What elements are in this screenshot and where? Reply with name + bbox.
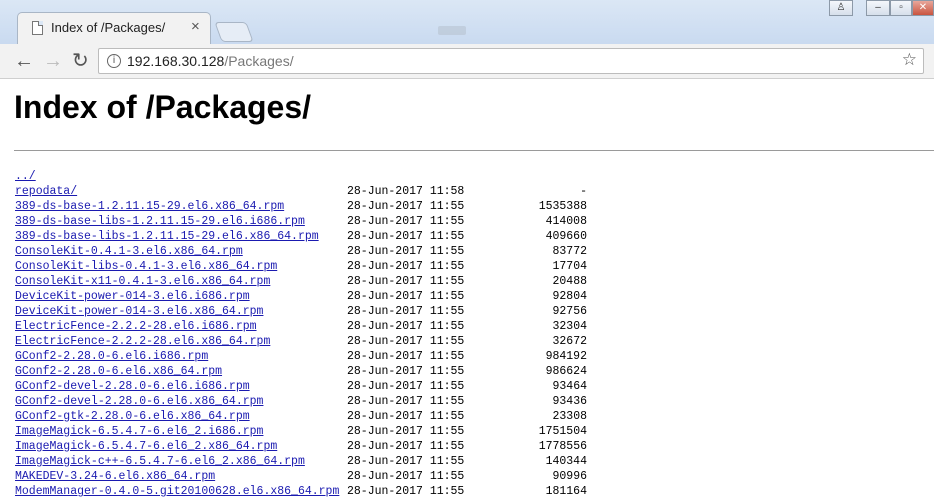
file-date: 28-Jun-2017 11:55	[347, 200, 465, 213]
divider	[14, 150, 934, 151]
user-icon[interactable]: ♙	[829, 0, 853, 16]
file-date: 28-Jun-2017 11:55	[347, 275, 465, 288]
file-size: 92756	[552, 305, 587, 318]
file-link[interactable]: GConf2-devel-2.28.0-6.el6.i686.rpm	[15, 379, 250, 394]
file-size: 93436	[552, 395, 587, 408]
file-size: 1778556	[538, 440, 587, 453]
restore-button[interactable]: ▫	[890, 0, 912, 16]
file-link[interactable]: GConf2-gtk-2.28.0-6.el6.x86_64.rpm	[15, 409, 250, 424]
file-size: 986624	[545, 365, 587, 378]
title-bar: Index of /Packages/ × ♙ – ▫ ✕	[0, 0, 934, 44]
blurred-region	[438, 26, 466, 35]
file-date: 28-Jun-2017 11:55	[347, 365, 465, 378]
url-text[interactable]: 192.168.30.128/Packages/	[127, 53, 294, 69]
file-link[interactable]: ElectricFence-2.2.2-28.el6.x86_64.rpm	[15, 334, 270, 349]
minimize-button[interactable]: –	[866, 0, 890, 16]
file-size: 32304	[552, 320, 587, 333]
file-size: 93464	[552, 380, 587, 393]
file-link[interactable]: DeviceKit-power-014-3.el6.i686.rpm	[15, 289, 250, 304]
file-date: 28-Jun-2017 11:55	[347, 425, 465, 438]
file-size: 1535388	[538, 200, 587, 213]
file-date: 28-Jun-2017 11:55	[347, 470, 465, 483]
document-icon	[32, 21, 43, 35]
file-date: 28-Jun-2017 11:55	[347, 215, 465, 228]
url-path: /Packages/	[224, 53, 294, 69]
file-size: 92804	[552, 290, 587, 303]
file-link[interactable]: DeviceKit-power-014-3.el6.x86_64.rpm	[15, 304, 263, 319]
file-link[interactable]: ConsoleKit-x11-0.4.1-3.el6.x86_64.rpm	[15, 274, 270, 289]
file-date: 28-Jun-2017 11:55	[347, 320, 465, 333]
file-date: 28-Jun-2017 11:55	[347, 335, 465, 348]
file-link[interactable]: ConsoleKit-libs-0.4.1-3.el6.x86_64.rpm	[15, 259, 277, 274]
file-link[interactable]: 389-ds-base-libs-1.2.11.15-29.el6.i686.r…	[15, 214, 305, 229]
new-tab-button[interactable]	[214, 22, 254, 42]
file-link[interactable]: 389-ds-base-libs-1.2.11.15-29.el6.x86_64…	[15, 229, 319, 244]
tab-close-icon[interactable]: ×	[191, 18, 200, 35]
browser-toolbar: ← → ↻ i 192.168.30.128/Packages/ ☆	[0, 44, 934, 79]
file-date: 28-Jun-2017 11:55	[347, 305, 465, 318]
tab-title: Index of /Packages/	[51, 20, 166, 35]
file-size: 414008	[545, 215, 587, 228]
file-date: 28-Jun-2017 11:55	[347, 440, 465, 453]
file-size: 984192	[545, 350, 587, 363]
file-size: 1751504	[538, 425, 587, 438]
page-info-icon[interactable]: i	[107, 54, 121, 68]
file-link[interactable]: ImageMagick-c++-6.5.4.7-6.el6_2.x86_64.r…	[15, 454, 305, 469]
file-date: 28-Jun-2017 11:55	[347, 350, 465, 363]
file-size: 90996	[552, 470, 587, 483]
file-size: 409660	[545, 230, 587, 243]
file-link[interactable]: ImageMagick-6.5.4.7-6.el6_2.x86_64.rpm	[15, 439, 277, 454]
file-link[interactable]: GConf2-2.28.0-6.el6.x86_64.rpm	[15, 364, 222, 379]
tab-index-packages[interactable]: Index of /Packages/ ×	[17, 12, 211, 44]
file-size: 83772	[552, 245, 587, 258]
file-size: 32672	[552, 335, 587, 348]
file-size: -	[580, 185, 587, 198]
address-bar[interactable]: i 192.168.30.128/Packages/ ☆	[98, 48, 924, 74]
url-host: 192.168.30.128	[127, 53, 225, 69]
file-link[interactable]: MAKEDEV-3.24-6.el6.x86_64.rpm	[15, 469, 215, 484]
file-link[interactable]: GConf2-2.28.0-6.el6.i686.rpm	[15, 349, 208, 364]
file-date: 28-Jun-2017 11:55	[347, 395, 465, 408]
file-date: 28-Jun-2017 11:55	[347, 410, 465, 423]
file-date: 28-Jun-2017 11:55	[347, 230, 465, 243]
file-date: 28-Jun-2017 11:55	[347, 380, 465, 393]
window-close-button[interactable]: ✕	[912, 0, 934, 16]
file-date: 28-Jun-2017 11:58	[347, 185, 465, 198]
file-link[interactable]: repodata/	[15, 184, 77, 199]
back-arrow-icon[interactable]: ←	[14, 51, 34, 71]
file-size: 20488	[552, 275, 587, 288]
file-size: 17704	[552, 260, 587, 273]
file-date: 28-Jun-2017 11:55	[347, 245, 465, 258]
file-size: 23308	[552, 410, 587, 423]
file-size: 140344	[545, 455, 587, 468]
page-title: Index of /Packages/	[14, 89, 312, 125]
file-link[interactable]: ElectricFence-2.2.2-28.el6.i686.rpm	[15, 319, 257, 334]
forward-arrow-icon[interactable]: →	[43, 51, 63, 71]
file-link[interactable]: GConf2-devel-2.28.0-6.el6.x86_64.rpm	[15, 394, 263, 409]
file-date: 28-Jun-2017 11:55	[347, 260, 465, 273]
file-link[interactable]: ImageMagick-6.5.4.7-6.el6_2.i686.rpm	[15, 424, 263, 439]
file-link[interactable]: 389-ds-base-1.2.11.15-29.el6.x86_64.rpm	[15, 199, 284, 214]
reload-icon[interactable]: ↻	[72, 51, 89, 71]
file-date: 28-Jun-2017 11:55	[347, 290, 465, 303]
file-link[interactable]: ConsoleKit-0.4.1-3.el6.x86_64.rpm	[15, 244, 243, 259]
bookmark-star-icon[interactable]: ☆	[902, 50, 917, 70]
file-link[interactable]: ../	[15, 169, 36, 184]
file-date: 28-Jun-2017 11:55	[347, 455, 465, 468]
